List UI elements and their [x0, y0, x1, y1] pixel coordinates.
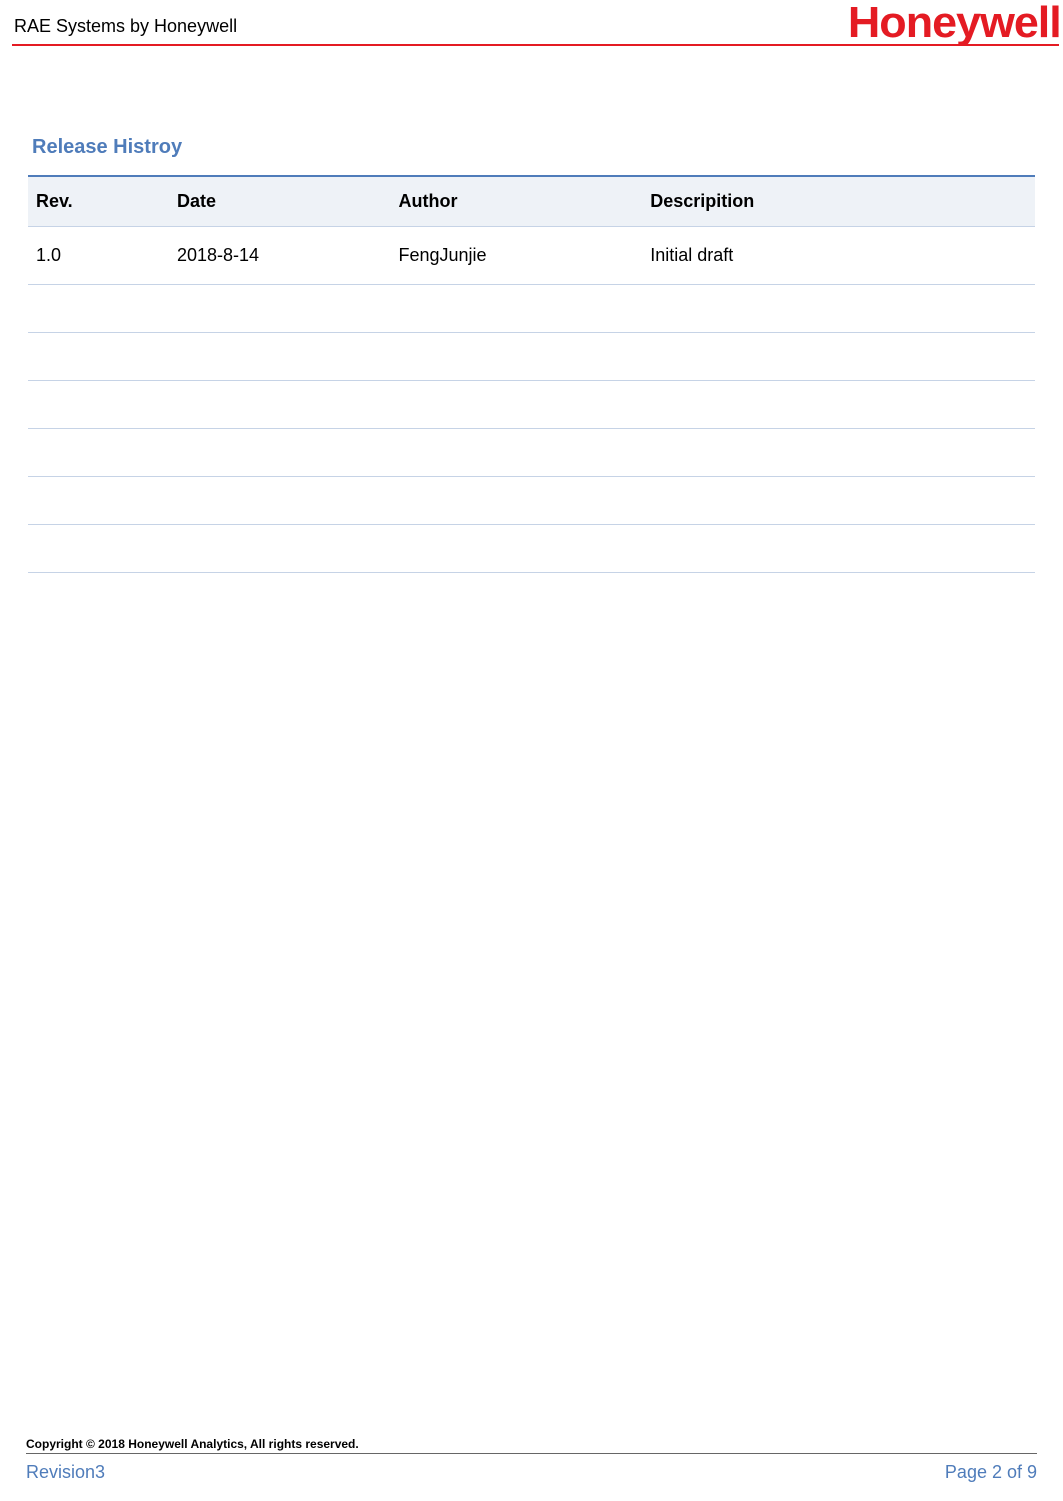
page-footer: Copyright © 2018 Honeywell Analytics, Al…	[12, 1437, 1051, 1483]
col-author: Author	[391, 176, 643, 227]
cell-rev	[28, 477, 169, 525]
cell-description	[642, 285, 1035, 333]
cell-date	[169, 525, 391, 573]
table-row	[28, 525, 1035, 573]
section-title: Release Histroy	[32, 136, 1035, 159]
revision-label: Revision3	[26, 1462, 105, 1483]
cell-rev	[28, 525, 169, 573]
table-header-row: Rev. Date Author Descripition	[28, 176, 1035, 227]
cell-author: FengJunjie	[391, 227, 643, 285]
copyright-text: Copyright © 2018 Honeywell Analytics, Al…	[12, 1437, 1051, 1453]
honeywell-logo: Honeywell	[848, 0, 1061, 48]
table-row: 1.0 2018-8-14 FengJunjie Initial draft	[28, 227, 1035, 285]
cell-date	[169, 333, 391, 381]
table-row	[28, 285, 1035, 333]
footer-divider	[26, 1453, 1037, 1454]
cell-rev	[28, 381, 169, 429]
cell-author	[391, 381, 643, 429]
cell-description	[642, 477, 1035, 525]
cell-rev	[28, 429, 169, 477]
table-row	[28, 381, 1035, 429]
page-header: RAE Systems by Honeywell Honeywell	[0, 0, 1063, 44]
content-area: Release Histroy Rev. Date Author Descrip…	[0, 46, 1063, 573]
cell-date: 2018-8-14	[169, 227, 391, 285]
cell-rev	[28, 285, 169, 333]
cell-description	[642, 333, 1035, 381]
table-row	[28, 333, 1035, 381]
cell-rev: 1.0	[28, 227, 169, 285]
cell-date	[169, 429, 391, 477]
cell-description	[642, 429, 1035, 477]
table-row	[28, 477, 1035, 525]
cell-date	[169, 477, 391, 525]
cell-author	[391, 285, 643, 333]
col-description: Descripition	[642, 176, 1035, 227]
table-row	[28, 429, 1035, 477]
cell-date	[169, 381, 391, 429]
cell-description	[642, 381, 1035, 429]
cell-description	[642, 525, 1035, 573]
footer-row: Revision3 Page 2 of 9	[12, 1462, 1051, 1483]
cell-date	[169, 285, 391, 333]
cell-author	[391, 477, 643, 525]
cell-author	[391, 429, 643, 477]
cell-rev	[28, 333, 169, 381]
page-number: Page 2 of 9	[945, 1462, 1037, 1483]
cell-description: Initial draft	[642, 227, 1035, 285]
cell-author	[391, 525, 643, 573]
col-rev: Rev.	[28, 176, 169, 227]
col-date: Date	[169, 176, 391, 227]
document-page: RAE Systems by Honeywell Honeywell Relea…	[0, 0, 1063, 1501]
release-history-table: Rev. Date Author Descripition 1.0 2018-8…	[28, 175, 1035, 573]
cell-author	[391, 333, 643, 381]
